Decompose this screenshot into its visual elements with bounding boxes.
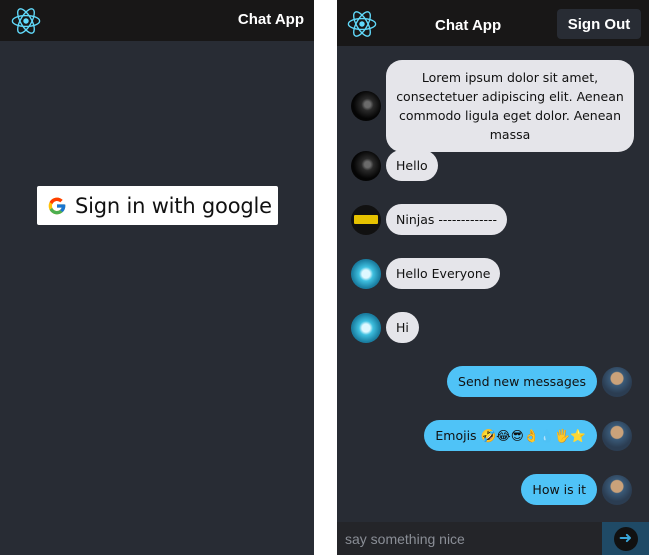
dark-avatar — [351, 150, 381, 181]
app-title: Chat App — [237, 11, 304, 28]
send-button[interactable]: ➜ — [602, 522, 649, 555]
message-received: Hello — [351, 150, 438, 181]
app-title: Chat App — [435, 17, 502, 34]
sign-in-label: Sign in with google — [75, 193, 272, 218]
react-logo-icon — [11, 8, 41, 34]
cyan-avatar — [351, 258, 381, 289]
message-list[interactable]: Lorem ipsum dolor sit amet, consectetuer… — [337, 46, 649, 522]
app-header: Chat App — [0, 0, 314, 41]
google-g-icon — [48, 197, 66, 214]
sylo-avatar — [351, 204, 381, 235]
cyan-avatar — [351, 312, 381, 343]
message-input[interactable] — [337, 522, 602, 555]
message-sent: How is it — [521, 474, 632, 505]
dark-avatar — [351, 91, 381, 121]
sign-in-screen: Chat App Sign in with google — [0, 0, 314, 555]
user-avatar — [602, 420, 632, 451]
message-bubble: Send new messages — [447, 366, 597, 397]
message-received: Hello Everyone — [351, 258, 501, 289]
message-composer: ➜ — [337, 522, 649, 555]
react-logo-icon — [347, 11, 377, 37]
message-bubble: Ninjas ------------- — [386, 204, 508, 235]
message-bubble: Hi — [386, 312, 419, 343]
user-avatar — [602, 366, 632, 397]
message-bubble: Hello Everyone — [386, 258, 501, 289]
message-received: Ninjas ------------- — [351, 204, 508, 235]
message-bubble: How is it — [521, 474, 597, 505]
message-sent: Emojis 🤣😂😎👌💧🖐⭐ — [424, 420, 632, 451]
app-header: Chat App Sign Out — [337, 0, 649, 46]
user-avatar — [602, 474, 632, 505]
arrow-right-icon: ➜ — [613, 526, 638, 551]
sign-in-with-google-button[interactable]: Sign in with google — [37, 186, 278, 225]
message-received: Hi — [351, 312, 419, 343]
message-bubble: Emojis 🤣😂😎👌💧🖐⭐ — [424, 420, 597, 451]
message-bubble: Hello — [386, 150, 438, 181]
message-sent: Send new messages — [447, 366, 632, 397]
chat-room-screen: Chat App Sign Out Lorem ipsum dolor sit … — [337, 0, 649, 555]
message-bubble: Lorem ipsum dolor sit amet, consectetuer… — [386, 60, 634, 152]
sign-out-button[interactable]: Sign Out — [557, 9, 641, 39]
message-received: Lorem ipsum dolor sit amet, consectetuer… — [351, 60, 634, 152]
